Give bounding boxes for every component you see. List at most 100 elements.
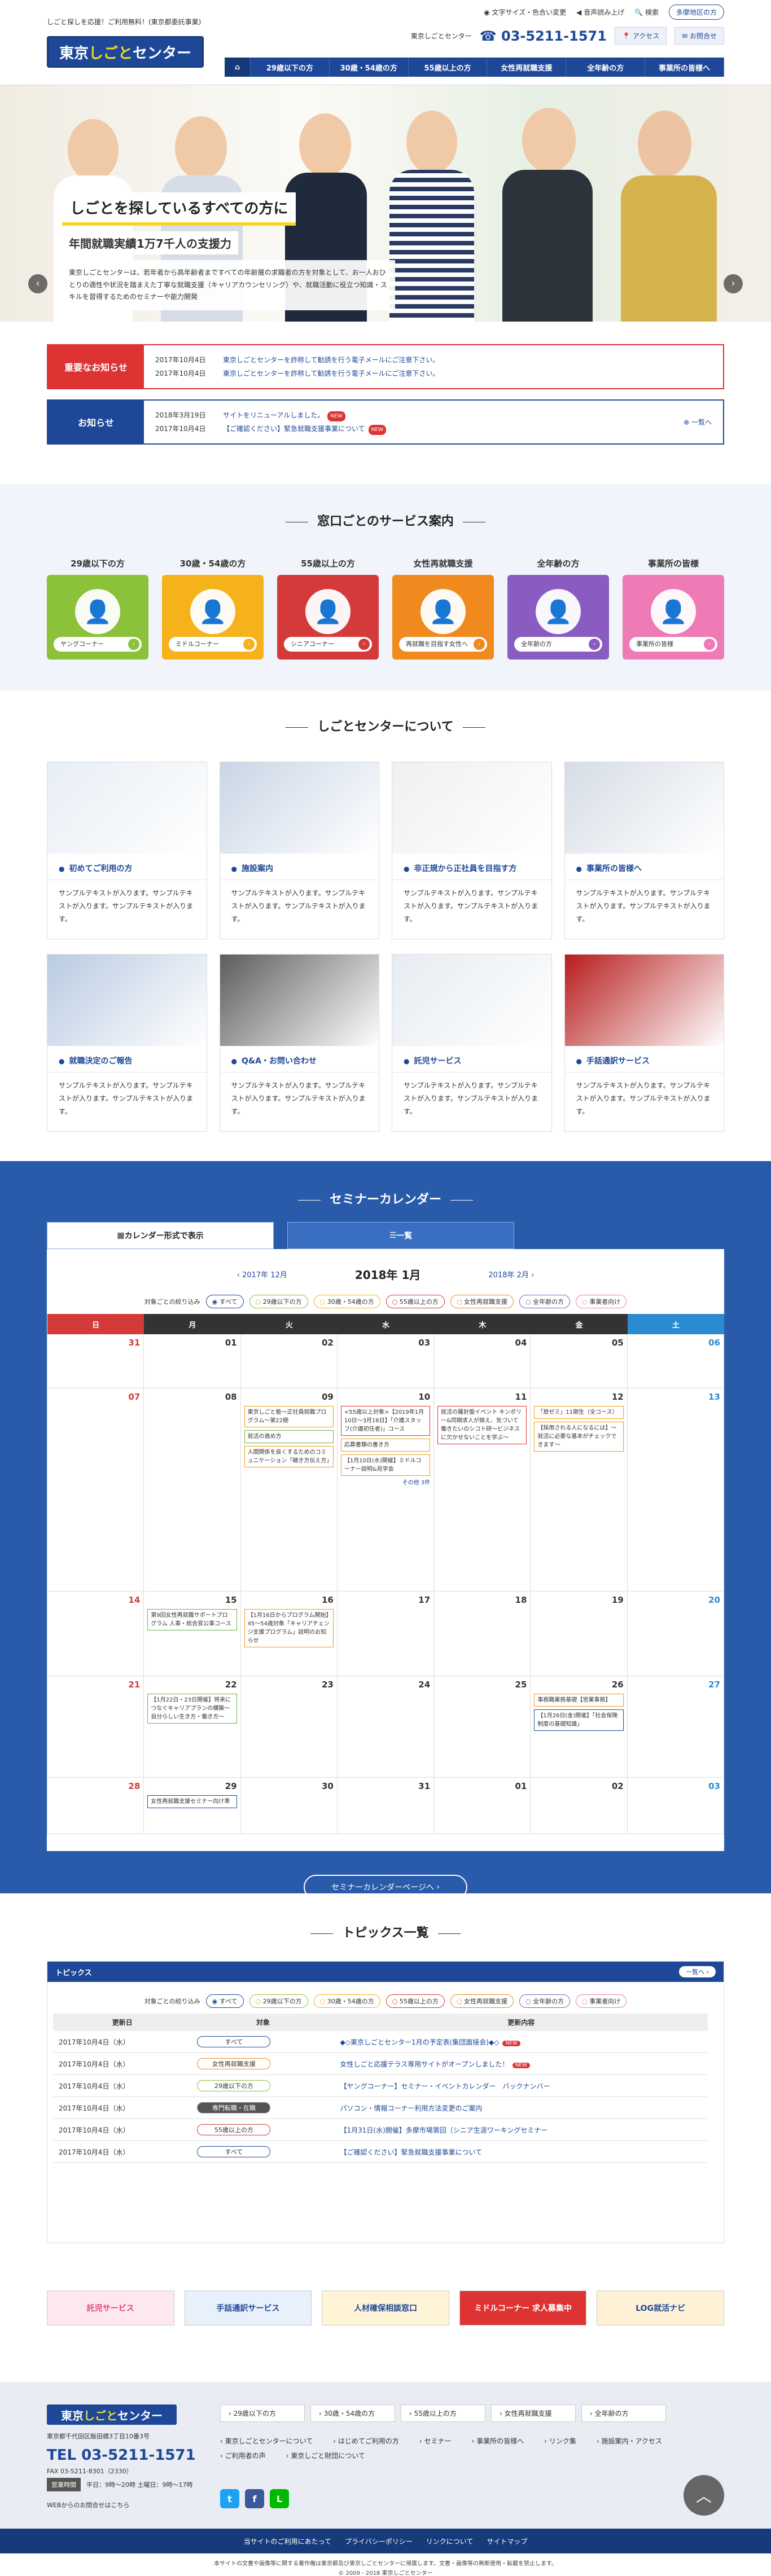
- font-size-link[interactable]: ◉ 文字サイズ・色合い変更: [484, 7, 566, 17]
- calendar-day[interactable]: 01: [434, 1778, 531, 1834]
- footer-sub-link[interactable]: › 東京しごとセンターについて: [220, 2434, 313, 2448]
- calendar-day[interactable]: 21: [47, 1676, 144, 1778]
- banner[interactable]: 手話通訳サービス: [184, 2291, 312, 2326]
- calendar-day[interactable]: 07: [47, 1388, 144, 1592]
- nav-item[interactable]: 全年齢の方: [566, 58, 646, 77]
- service-item[interactable]: 30歳・54歳の方 👤 ミドルコーナー ›: [162, 557, 264, 660]
- card-title[interactable]: 初めてご利用の方: [47, 854, 207, 880]
- footer-sub-link[interactable]: › 東京しごと財団について: [286, 2448, 365, 2463]
- calendar-day[interactable]: 02: [240, 1334, 338, 1388]
- chevron-left-icon[interactable]: ‹: [28, 274, 47, 293]
- filter-button[interactable]: ○ 事業者向け: [576, 1295, 627, 1308]
- about-card[interactable]: 託児サービスサンプルテキストが入ります。サンプルテキストが入ります。サンプルテキ…: [392, 954, 552, 1132]
- calendar-day[interactable]: 31: [337, 1778, 435, 1834]
- topic-link[interactable]: 【1月31日(水)開催】多摩市場第回〔シニア生涯ワーキングセミナー: [340, 2126, 548, 2134]
- calendar-day[interactable]: 31: [47, 1334, 144, 1388]
- calendar-day[interactable]: 03: [337, 1334, 435, 1388]
- contact-button[interactable]: ✉ お問合せ: [674, 27, 724, 45]
- footer-link[interactable]: › 55歳以上の方: [401, 2404, 485, 2422]
- seminar-event[interactable]: 【1月26日(金)開催】「社会保険制度の基礎知識」: [534, 1709, 624, 1731]
- calendar-day[interactable]: 13: [627, 1388, 724, 1592]
- service-card[interactable]: 👤 ヤングコーナー ›: [47, 575, 148, 660]
- calendar-day[interactable]: 25: [434, 1676, 531, 1778]
- twitter-icon[interactable]: t: [220, 2489, 239, 2508]
- service-item[interactable]: 29歳以下の方 👤 ヤングコーナー ›: [47, 557, 148, 660]
- seminar-event[interactable]: 応募書類の書き方: [340, 1438, 431, 1452]
- notice-link[interactable]: 東京しごとセンターを詐称して勧誘を行う電子メールにご注意下さい。: [223, 356, 439, 364]
- footer-tel[interactable]: TEL 03-5211-1571: [47, 2447, 196, 2464]
- filter-button[interactable]: ◉ すべて: [205, 1994, 244, 2008]
- notice-link[interactable]: 東京しごとセンターを詐称して勧誘を行う電子メールにご注意下さい。: [223, 370, 439, 377]
- calendar-day[interactable]: 04: [434, 1334, 531, 1388]
- calendar-day[interactable]: 12 「旅ゼミ」11期生（全コース） 【採用される人になるには】〜就活に必要な基本が…: [531, 1388, 628, 1592]
- site-logo[interactable]: 東京 しごと センター: [47, 36, 204, 68]
- nav-item[interactable]: 女性再就職支援: [487, 58, 567, 77]
- footer-sub-link[interactable]: › 事業所の皆様へ: [472, 2434, 524, 2448]
- footer-link[interactable]: › 29歳以下の方: [220, 2404, 305, 2422]
- about-card[interactable]: 非正規から正社員を目指す方サンプルテキストが入ります。サンプルテキストが入ります…: [392, 762, 552, 939]
- next-month-link[interactable]: 2018年 2月 ›: [488, 1269, 534, 1280]
- filter-button[interactable]: ○ 29歳以下の方: [249, 1295, 308, 1308]
- news-link[interactable]: 【ご確認ください】緊急就職支援事業について: [223, 425, 365, 433]
- footer-sub-link[interactable]: › 施設案内・アクセス: [597, 2434, 662, 2448]
- banner[interactable]: 人材確保相談窓口: [322, 2291, 449, 2326]
- filter-button[interactable]: ○ 30歳・54歳の方: [313, 1994, 380, 2008]
- topic-link[interactable]: 女性しごと応援テラス専用サイトがオープンしました！: [340, 2060, 509, 2068]
- back-to-top-icon[interactable]: ︿: [684, 2475, 724, 2516]
- tab-calendar[interactable]: ▦ カレンダー形式で表示: [47, 1222, 274, 1249]
- calendar-day[interactable]: 08: [144, 1388, 241, 1592]
- filter-button[interactable]: ○ 29歳以下の方: [249, 1994, 308, 2008]
- calendar-day[interactable]: 05: [531, 1334, 628, 1388]
- filter-button[interactable]: ○ 女性再就職支援: [450, 1994, 514, 2008]
- seminar-event[interactable]: 「旅ゼミ」11期生（全コース）: [534, 1405, 624, 1419]
- footer-sub-link[interactable]: › ご利用者の声: [220, 2448, 266, 2463]
- search-link[interactable]: 🔍 検索: [634, 7, 659, 17]
- seminar-event[interactable]: 事務職業務基礎【営業事務】: [534, 1693, 624, 1707]
- service-item[interactable]: 55歳以上の方 👤 シニアコーナー ›: [277, 557, 379, 660]
- about-card[interactable]: 手話通訳サービスサンプルテキストが入ります。サンプルテキストが入ります。サンプル…: [564, 954, 724, 1132]
- calendar-day[interactable]: 19: [531, 1592, 628, 1676]
- calendar-day[interactable]: 02: [531, 1778, 628, 1834]
- calendar-day[interactable]: 09 東京しごと塾〜正社員就職プログラム〜第22期 就活の進め方 人間関係を良くするた…: [240, 1388, 338, 1592]
- calendar-day[interactable]: 15 第9回女性再就職サポートプログラム 人事・総合官公事コース: [144, 1592, 241, 1676]
- footer-logo[interactable]: 東京 しごと センター: [47, 2404, 177, 2425]
- seminar-event[interactable]: 女性再就職支援セミナー向け準: [147, 1795, 237, 1808]
- bottom-link[interactable]: 当サイトのご利用にあたって: [244, 2537, 331, 2546]
- calendar-day[interactable]: 11 就活の羅針盤イベント キンボリー&同期求人が揃え、気づいて働きたいのシコト研…: [434, 1388, 531, 1592]
- nav-item[interactable]: 30歳・54歳の方: [330, 58, 409, 77]
- seminar-event[interactable]: 東京しごと塾〜正社員就職プログラム〜第22期: [244, 1405, 334, 1427]
- calendar-day[interactable]: 03: [627, 1778, 724, 1834]
- calendar-day[interactable]: 28: [47, 1778, 144, 1834]
- bottom-link[interactable]: サイトマップ: [487, 2537, 527, 2546]
- seminar-event[interactable]: 就活の羅針盤イベント キンボリー&同期求人が揃え、気づいて働きたいのシコト研〜ビ…: [437, 1405, 527, 1444]
- calendar-day[interactable]: 29 女性再就職支援セミナー向け準: [144, 1778, 241, 1834]
- seminar-event[interactable]: 人間関係を良くするためのコミュニケーション「聴き方伝え方」: [244, 1445, 334, 1467]
- calendar-day[interactable]: 20: [627, 1592, 724, 1676]
- seminar-event[interactable]: 【採用される人になるには】〜就活に必要な基本がチェックできます〜: [534, 1421, 624, 1452]
- service-item[interactable]: 事業所の皆様 👤 事業所の皆様 ›: [623, 557, 724, 660]
- service-card[interactable]: 👤 再就職を目指す女性へ ›: [392, 575, 494, 660]
- nav-item[interactable]: 55歳以上の方: [409, 58, 488, 77]
- card-title[interactable]: 事業所の皆様へ: [564, 854, 724, 880]
- footer-link[interactable]: › 30歳・54歳の方: [310, 2404, 395, 2422]
- card-title[interactable]: 託児サービス: [392, 1046, 551, 1072]
- chevron-right-icon[interactable]: ›: [724, 274, 743, 293]
- service-item[interactable]: 全年齢の方 👤 全年齢の方 ›: [507, 557, 609, 660]
- filter-button[interactable]: ○ 事業者向け: [576, 1994, 627, 2008]
- service-item[interactable]: 女性再就職支援 👤 再就職を目指す女性へ ›: [392, 557, 494, 660]
- about-card[interactable]: Q&A・お問い合わせサンプルテキストが入ります。サンプルテキストが入ります。サン…: [219, 954, 379, 1132]
- filter-button[interactable]: ○ 55歳以上の方: [386, 1295, 445, 1308]
- nav-item[interactable]: 29歳以下の方: [251, 58, 330, 77]
- service-card[interactable]: 👤 全年齢の方 ›: [507, 575, 609, 660]
- about-card[interactable]: 就職決定のご報告サンプルテキストが入ります。サンプルテキストが入ります。サンプル…: [47, 954, 207, 1132]
- calendar-day[interactable]: 06: [627, 1334, 724, 1388]
- card-title[interactable]: 手話通訳サービス: [564, 1046, 724, 1072]
- voice-link[interactable]: ◀ 音声読み上げ: [576, 7, 624, 17]
- bottom-link[interactable]: プライバシーポリシー: [345, 2537, 413, 2546]
- filter-button[interactable]: ◉ すべて: [205, 1295, 244, 1308]
- footer-sub-link[interactable]: › セミナー: [419, 2434, 452, 2448]
- bottom-link[interactable]: リンクについて: [426, 2537, 474, 2546]
- service-card[interactable]: 👤 シニアコーナー ›: [277, 575, 379, 660]
- filter-button[interactable]: ○ 女性再就職支援: [450, 1295, 514, 1308]
- calendar-day[interactable]: 16 【1月16日からプログラム開始】45〜54歳対象「キャリアチェンジ支援プログ…: [240, 1592, 338, 1676]
